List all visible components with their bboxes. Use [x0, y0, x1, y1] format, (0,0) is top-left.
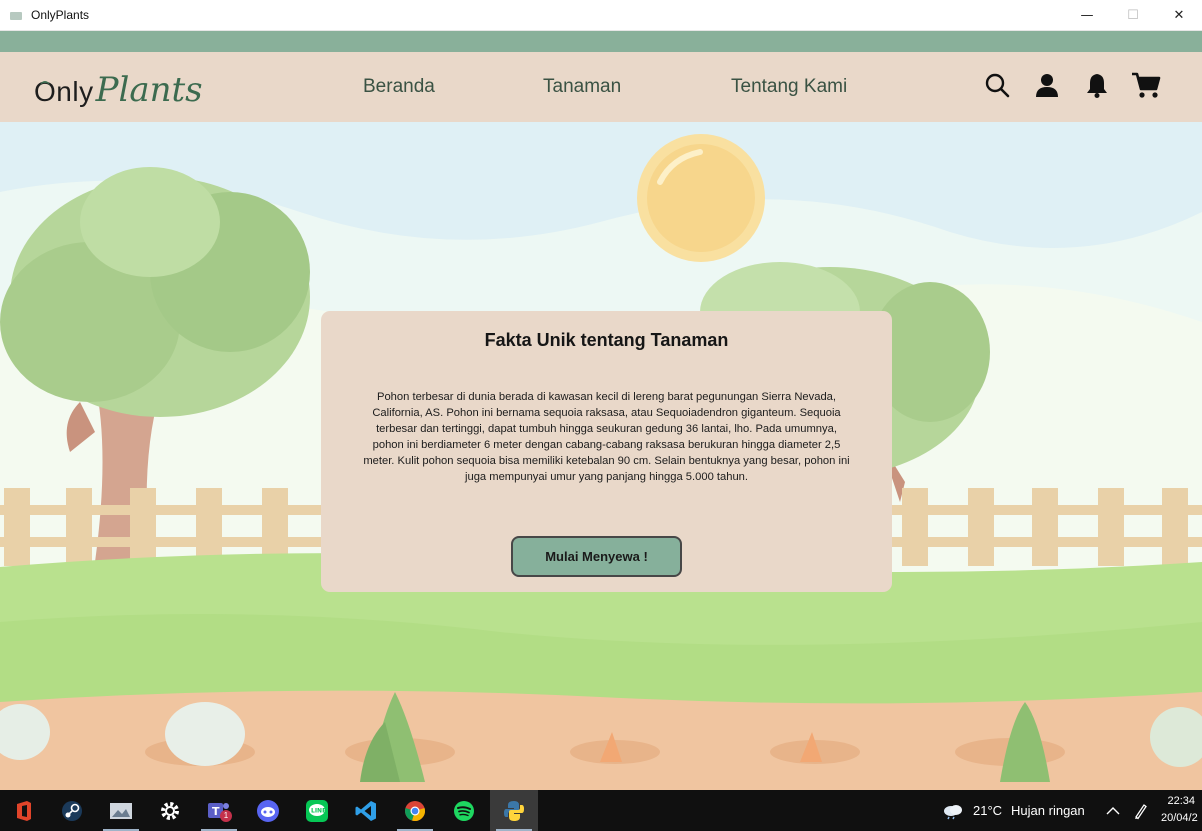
- sprout-icon: [40, 81, 50, 87]
- weather-widget[interactable]: 21°C Hujan ringan: [942, 790, 1085, 831]
- spotify-icon[interactable]: [440, 790, 488, 831]
- window-titlebar: OnlyPlants — ☐ ✕: [0, 0, 1202, 31]
- sun-illustration: [637, 134, 765, 262]
- top-accent-band: [0, 31, 1202, 52]
- photos-icon[interactable]: [97, 790, 145, 831]
- logo-plants: Plants: [95, 70, 203, 110]
- python-icon[interactable]: [490, 790, 538, 831]
- search-icon[interactable]: [982, 70, 1012, 100]
- clock-date: 20/04/2: [1161, 812, 1198, 824]
- window-title: OnlyPlants: [31, 8, 90, 22]
- chevron-up-icon[interactable]: [1106, 790, 1120, 831]
- card-title: Fakta Unik tentang Tanaman: [484, 330, 729, 350]
- teams-icon[interactable]: T 1: [195, 790, 243, 831]
- teams-badge: 1: [220, 810, 232, 822]
- nav-tentang-kami[interactable]: Tentang Kami: [731, 76, 847, 98]
- pen-icon[interactable]: [1133, 790, 1149, 831]
- steam-icon[interactable]: [48, 790, 96, 831]
- windows-taskbar: T 1 LINE 21°C Hujan ringan 22:34 20/04/2: [0, 790, 1202, 831]
- office-icon[interactable]: [0, 790, 48, 831]
- svg-text:T: T: [212, 805, 220, 818]
- weather-temp: 21°C: [973, 803, 1003, 818]
- rain-cloud-icon: [944, 804, 962, 819]
- bell-icon[interactable]: [1082, 70, 1112, 100]
- user-icon[interactable]: [1032, 70, 1062, 100]
- chrome-icon[interactable]: [391, 790, 439, 831]
- window-controls: — ☐ ✕: [1064, 0, 1202, 31]
- start-renting-button[interactable]: Mulai Menyewa !: [511, 536, 682, 577]
- discord-icon[interactable]: [244, 790, 292, 831]
- close-button[interactable]: ✕: [1156, 0, 1202, 31]
- line-icon[interactable]: LINE: [293, 790, 341, 831]
- card-body-text: Pohon terbesar di dunia berada di kawasa…: [363, 391, 850, 483]
- system-clock[interactable]: 22:34 20/04/2: [1161, 793, 1202, 827]
- nav-beranda[interactable]: Beranda: [363, 76, 435, 98]
- logo-only: Only: [34, 76, 94, 107]
- cart-icon[interactable]: [1131, 70, 1161, 100]
- nav-tanaman[interactable]: Tanaman: [543, 76, 621, 98]
- fact-card: Fakta Unik tentang Tanaman Pohon terbesa…: [321, 311, 892, 592]
- weather-desc: Hujan ringan: [1011, 803, 1085, 818]
- logo[interactable]: Only Plants: [34, 62, 203, 112]
- minimize-button[interactable]: —: [1064, 0, 1110, 31]
- clock-time: 22:34: [1167, 795, 1195, 807]
- app-icon: [10, 9, 24, 21]
- svg-text:LINE: LINE: [311, 807, 326, 814]
- maximize-button[interactable]: ☐: [1110, 0, 1156, 31]
- vscode-icon[interactable]: [342, 790, 390, 831]
- settings-icon[interactable]: [146, 790, 194, 831]
